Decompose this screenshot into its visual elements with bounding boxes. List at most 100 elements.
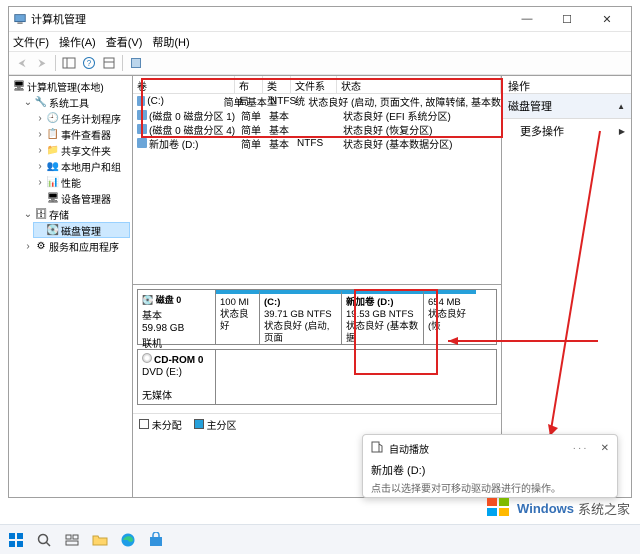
volume-icon xyxy=(137,138,147,148)
expander-icon[interactable]: ⌄ xyxy=(23,209,33,220)
legend-primary-icon xyxy=(194,419,204,429)
tree-event-viewer[interactable]: ›📋事件查看器 xyxy=(33,126,130,142)
expander-icon[interactable]: › xyxy=(35,145,45,156)
services-icon: ⚙ xyxy=(35,240,47,252)
col-type[interactable]: 类型 xyxy=(263,76,291,93)
nav-tree[interactable]: 🖥计算机管理(本地) ⌄🔧系统工具 ›🕘任务计划程序 ›📋事件查看器 ›📁共享文… xyxy=(9,76,133,497)
col-status[interactable]: 状态 xyxy=(337,76,501,93)
tree-system-tools[interactable]: ⌄🔧系统工具 xyxy=(21,94,130,110)
volume-icon xyxy=(137,124,147,134)
settings-button[interactable] xyxy=(127,54,145,72)
refresh-button[interactable] xyxy=(100,54,118,72)
separator xyxy=(122,55,123,71)
disk-0[interactable]: 💽 磁盘 0 基本 59.98 GB 联机 100 MI状态良好(C:)39.7… xyxy=(137,289,497,345)
forward-button: ⮞ xyxy=(33,54,51,72)
titlebar[interactable]: 计算机管理 — ☐ ✕ xyxy=(9,7,631,31)
toolbar: ⮜ ⮞ ? xyxy=(9,51,631,75)
event-icon: 📋 xyxy=(47,128,59,140)
disk-icon: 💽 xyxy=(47,224,59,236)
menu-view[interactable]: 查看(V) xyxy=(106,34,143,50)
autoplay-toast[interactable]: 自动播放 ··· ✕ 新加卷 (D:) 点击以选择要对可移动驱动器进行的操作。 xyxy=(362,434,618,498)
partition[interactable]: (C:)39.71 GB NTFS状态良好 (启动, 页面 xyxy=(260,290,342,344)
volume-icon xyxy=(137,96,145,106)
perf-icon: 📊 xyxy=(47,176,59,188)
windows-logo-icon xyxy=(485,494,513,522)
volume-row[interactable]: (C:)简单基本NTFS状态良好 (启动, 页面文件, 故障转储, 基本数 xyxy=(133,94,501,108)
partition[interactable]: 100 MI状态良好 xyxy=(216,290,260,344)
start-button[interactable] xyxy=(6,530,26,550)
volume-rows: (C:)简单基本NTFS状态良好 (启动, 页面文件, 故障转储, 基本数(磁盘… xyxy=(133,94,501,284)
menu-help[interactable]: 帮助(H) xyxy=(152,34,189,50)
menubar: 文件(F) 操作(A) 查看(V) 帮助(H) xyxy=(9,31,631,51)
tree-local-users[interactable]: ›👥本地用户和组 xyxy=(33,158,130,174)
disk-partitions: 100 MI状态良好(C:)39.71 GB NTFS状态良好 (启动, 页面新… xyxy=(216,290,496,344)
autoplay-title: 自动播放 xyxy=(389,441,429,456)
taskbar[interactable] xyxy=(0,524,640,554)
expander-icon[interactable]: › xyxy=(35,177,45,188)
volume-row[interactable]: (磁盘 0 磁盘分区 1)简单基本状态良好 (EFI 系统分区) xyxy=(133,108,501,122)
chevron-right-icon: ▶ xyxy=(619,127,625,136)
tree-shared-folders[interactable]: ›📁共享文件夹 xyxy=(33,142,130,158)
explorer-button[interactable] xyxy=(90,530,110,550)
actions-title: 操作 xyxy=(502,76,631,94)
svg-text:?: ? xyxy=(87,59,92,68)
volume-header: 卷 布局 类型 文件系统 状态 xyxy=(133,76,501,94)
cdrom-empty xyxy=(216,350,496,404)
actions-more[interactable]: 更多操作▶ xyxy=(502,119,631,143)
expander-icon[interactable]: › xyxy=(35,129,45,140)
folder-icon: 📁 xyxy=(47,144,59,156)
autoplay-icon xyxy=(371,441,383,456)
storage-icon: 🗄 xyxy=(35,208,47,220)
close-button[interactable]: ✕ xyxy=(587,7,627,31)
expander-icon[interactable]: ⌄ xyxy=(23,97,33,108)
help-button[interactable]: ? xyxy=(80,54,98,72)
separator xyxy=(55,55,56,71)
close-toast-button[interactable]: ✕ xyxy=(601,443,609,454)
expander-icon[interactable]: › xyxy=(35,113,45,124)
watermark: Windows系统之家 www.bjjmlv.com xyxy=(485,494,630,522)
disk-label: 💽 磁盘 0 基本 59.98 GB 联机 xyxy=(138,290,216,344)
edge-button[interactable] xyxy=(118,530,138,550)
more-icon[interactable]: ··· xyxy=(573,443,589,454)
autoplay-drive: 新加卷 (D:) xyxy=(371,462,609,478)
col-volume[interactable]: 卷 xyxy=(133,76,235,93)
collapse-icon[interactable]: ▲ xyxy=(617,102,625,111)
menu-file[interactable]: 文件(F) xyxy=(13,34,49,50)
maximize-button[interactable]: ☐ xyxy=(547,7,587,31)
tree-services-apps[interactable]: ›⚙服务和应用程序 xyxy=(21,238,130,254)
app-icon xyxy=(13,12,27,26)
wrench-icon: 🔧 xyxy=(35,96,47,108)
store-button[interactable] xyxy=(146,530,166,550)
cd-icon xyxy=(142,353,152,363)
minimize-button[interactable]: — xyxy=(507,7,547,31)
legend-unallocated-icon xyxy=(139,419,149,429)
partition[interactable]: 新加卷 (D:)19.53 GB NTFS状态良好 (基本数据 xyxy=(342,290,424,344)
tree-task-scheduler[interactable]: ›🕘任务计划程序 xyxy=(33,110,130,126)
volume-row[interactable]: 新加卷 (D:)简单基本NTFS状态良好 (基本数据分区) xyxy=(133,136,501,150)
clock-icon: 🕘 xyxy=(47,112,59,124)
col-fs[interactable]: 文件系统 xyxy=(291,76,337,93)
actions-section-disk[interactable]: 磁盘管理▲ xyxy=(502,94,631,119)
device-icon: 🖥 xyxy=(47,192,59,204)
legend: 未分配 主分区 xyxy=(133,414,501,434)
menu-action[interactable]: 操作(A) xyxy=(59,34,96,50)
volume-icon xyxy=(137,110,147,120)
show-hide-tree-button[interactable] xyxy=(60,54,78,72)
tree-device-manager[interactable]: 🖥设备管理器 xyxy=(33,190,130,206)
volume-list[interactable]: 卷 布局 类型 文件系统 状态 (C:)简单基本NTFS状态良好 (启动, 页面… xyxy=(133,76,501,285)
tree-performance[interactable]: ›📊性能 xyxy=(33,174,130,190)
partition[interactable]: 654 MB状态良好 (恢 xyxy=(424,290,476,344)
window-title: 计算机管理 xyxy=(31,11,507,27)
volume-row[interactable]: (磁盘 0 磁盘分区 4)简单基本状态良好 (恢复分区) xyxy=(133,122,501,136)
task-view-button[interactable] xyxy=(62,530,82,550)
expander-icon[interactable]: › xyxy=(23,241,33,252)
tree-root[interactable]: 🖥计算机管理(本地) xyxy=(11,78,130,94)
autoplay-message: 点击以选择要对可移动驱动器进行的操作。 xyxy=(371,480,609,495)
expander-icon[interactable]: › xyxy=(35,161,45,172)
search-button[interactable] xyxy=(34,530,54,550)
cdrom-0[interactable]: CD-ROM 0 DVD (E:) 无媒体 xyxy=(137,349,497,405)
cdrom-label: CD-ROM 0 DVD (E:) 无媒体 xyxy=(138,350,216,404)
col-layout[interactable]: 布局 xyxy=(235,76,263,93)
tree-disk-management[interactable]: 💽磁盘管理 xyxy=(33,222,130,238)
tree-storage[interactable]: ⌄🗄存储 xyxy=(21,206,130,222)
